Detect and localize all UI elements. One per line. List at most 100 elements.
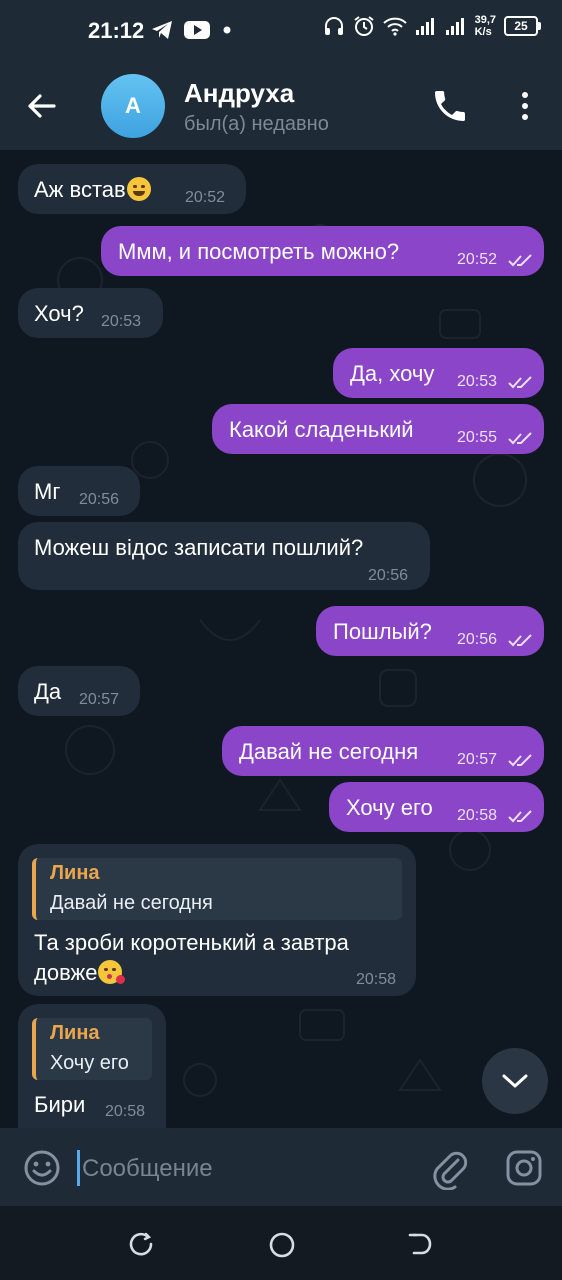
system-navigation-bar <box>0 1206 562 1280</box>
contact-status: был(а) недавно <box>184 113 329 135</box>
wifi-icon <box>382 17 407 36</box>
double-check-icon <box>508 810 532 823</box>
reply-quote[interactable]: Лина Хочу его <box>32 1018 152 1080</box>
paperclip-icon <box>433 1151 468 1191</box>
message-time: 20:52 <box>457 251 498 268</box>
message-time: 20:57 <box>457 751 498 768</box>
speed-value: 39,7 <box>474 14 496 26</box>
signal-icon <box>445 18 464 35</box>
message-time: 20:53 <box>101 313 142 330</box>
message-bubble-incoming[interactable]: Да 20:57 <box>18 666 140 716</box>
message-bubble-incoming[interactable]: Можеш відос записати пошлий? 20:56 <box>18 522 430 590</box>
message-text: Мг <box>34 479 61 504</box>
message-bubble-outgoing[interactable]: Какой сладенький 20:55 <box>212 404 544 454</box>
signal-icon <box>415 18 434 35</box>
headphones-icon <box>324 17 343 35</box>
reply-text: Хочу его <box>50 1052 129 1074</box>
reply-author: Лина <box>50 862 100 884</box>
reply-text: Давай не сегодня <box>50 892 213 914</box>
double-check-icon <box>508 754 532 767</box>
message-text: Давай не сегодня <box>239 739 419 764</box>
message-text: Какой сладенький <box>229 417 414 442</box>
camera-button[interactable] <box>504 1148 544 1188</box>
telegram-icon <box>152 21 172 39</box>
chat-header: A Андруха был(а) недавно <box>0 62 562 150</box>
message-bubble-incoming[interactable]: Аж встав 20:52 <box>18 164 246 214</box>
system-back-icon <box>408 1233 432 1255</box>
message-time: 20:56 <box>457 631 498 648</box>
kissing-heart-emoji-icon <box>98 960 126 984</box>
message-text: Можеш відос записати пошлий? <box>34 535 364 560</box>
message-bubble-incoming[interactable]: Хоч? 20:53 <box>18 288 163 338</box>
back-button[interactable] <box>22 86 62 126</box>
reply-quote[interactable]: Лина Давай не сегодня <box>32 858 402 920</box>
arrow-left-icon <box>28 94 56 118</box>
alarm-icon <box>353 16 374 36</box>
message-time: 20:52 <box>185 189 226 206</box>
emoji-button[interactable] <box>22 1148 62 1188</box>
reply-author: Лина <box>50 1022 100 1044</box>
phone-icon <box>435 91 465 121</box>
status-time: 21:12 <box>88 18 145 43</box>
double-check-icon <box>508 254 532 267</box>
message-bubble-outgoing[interactable]: Ммм, и посмотреть можно? 20:52 <box>101 226 544 276</box>
message-bubble-incoming[interactable]: Мг 20:56 <box>18 466 140 516</box>
message-text: Ммм, и посмотреть можно? <box>118 239 400 264</box>
scroll-down-button[interactable] <box>482 1048 548 1114</box>
home-circle-icon <box>269 1232 295 1258</box>
status-right-icons: 39,7 K/s 25 <box>323 14 541 38</box>
chevron-down-icon <box>502 1074 528 1088</box>
grinning-sweat-emoji-icon <box>126 177 151 201</box>
message-time: 20:56 <box>79 491 120 508</box>
status-bar: 21:12 39,7 K/s 25 <box>0 0 562 62</box>
call-button[interactable] <box>430 86 470 126</box>
message-input[interactable] <box>80 1148 404 1190</box>
message-composer <box>0 1128 562 1206</box>
message-text: Хоч? <box>34 301 84 326</box>
status-left-icons <box>150 18 234 42</box>
message-text: Да <box>34 679 62 704</box>
double-check-icon <box>508 376 532 389</box>
message-list[interactable]: Аж встав 20:52 Ммм, и посмотреть можно? … <box>0 150 562 1128</box>
message-bubble-incoming-reply[interactable]: Лина Хочу его Бири 20:58 <box>18 1004 166 1128</box>
smile-icon <box>24 1150 60 1186</box>
message-text: Аж встав <box>34 177 126 202</box>
message-text: Бири <box>34 1092 86 1117</box>
recents-icon <box>129 1232 153 1256</box>
message-bubble-outgoing[interactable]: Пошлый? 20:56 <box>316 606 544 656</box>
avatar-letter: A <box>125 93 141 118</box>
instagram-camera-icon <box>506 1150 542 1186</box>
contact-name[interactable]: Андруха <box>184 78 294 109</box>
battery-icon: 25 <box>504 16 541 36</box>
message-text: Хочу его <box>346 795 433 820</box>
dot-icon <box>223 26 231 34</box>
system-back-button[interactable] <box>408 1231 434 1257</box>
home-button[interactable] <box>268 1231 296 1259</box>
message-text: Пошлый? <box>333 619 432 644</box>
double-check-icon <box>508 634 532 647</box>
recents-button[interactable] <box>128 1231 154 1257</box>
message-text-line1: Та зроби коротенький а завтра <box>34 930 349 955</box>
double-check-icon <box>508 432 532 445</box>
message-bubble-outgoing[interactable]: Хочу его 20:58 <box>329 782 544 832</box>
message-time: 20:53 <box>457 373 498 390</box>
network-speed: 39,7 K/s <box>475 14 496 38</box>
battery-level: 25 <box>514 19 528 33</box>
message-bubble-outgoing[interactable]: Да, хочу 20:53 <box>333 348 544 398</box>
message-bubble-incoming-reply[interactable]: Лина Давай не сегодня Та зроби коротеньк… <box>18 844 416 996</box>
attach-button[interactable] <box>430 1146 470 1191</box>
message-bubble-outgoing[interactable]: Давай не сегодня 20:57 <box>222 726 544 776</box>
message-time: 20:58 <box>105 1103 146 1120</box>
more-options-button[interactable] <box>508 86 542 126</box>
message-time: 20:58 <box>457 807 498 824</box>
message-text: Да, хочу <box>350 361 435 386</box>
avatar[interactable]: A <box>101 74 165 138</box>
youtube-icon <box>184 21 210 39</box>
message-time: 20:56 <box>368 567 409 584</box>
message-time: 20:55 <box>457 429 498 446</box>
message-time: 20:57 <box>79 691 120 708</box>
speed-unit: K/s <box>474 26 492 38</box>
message-time: 20:58 <box>356 971 397 988</box>
more-vertical-icon <box>522 92 528 120</box>
message-text-line2: довже <box>34 960 98 985</box>
